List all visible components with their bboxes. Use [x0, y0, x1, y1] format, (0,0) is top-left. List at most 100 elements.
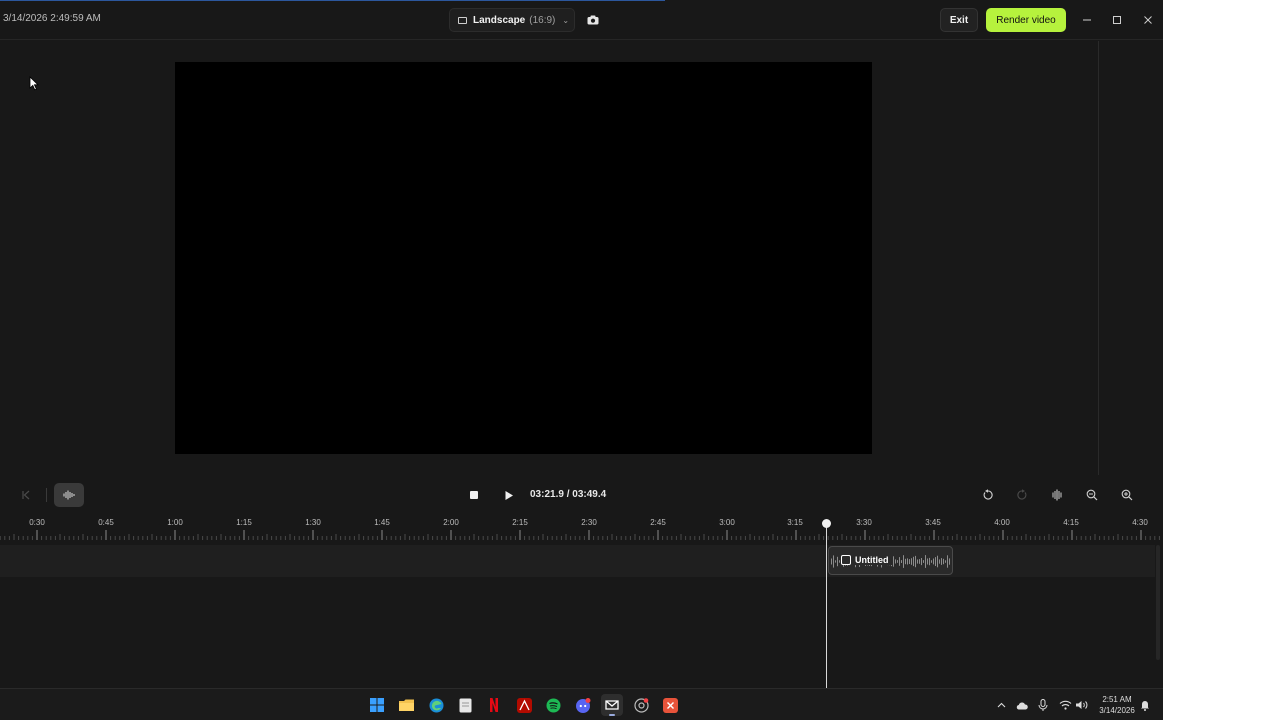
taskbar-capcut[interactable]	[601, 694, 623, 716]
waveform-bar	[911, 558, 912, 565]
start-button[interactable]	[366, 694, 388, 716]
ruler-label: 4:00	[994, 518, 1010, 527]
waveform-bar	[907, 558, 908, 565]
controls-separator	[46, 488, 47, 502]
video-editor-window: 3/14/2026 2:49:59 AM Landscape (16:9) ⌄ …	[0, 0, 1163, 688]
audio-waveform-toggle[interactable]	[54, 483, 84, 507]
taskbar-file-explorer[interactable]	[395, 694, 417, 716]
split-clip-button[interactable]	[1048, 486, 1066, 504]
waveform-bar	[835, 560, 836, 563]
acrobat-icon	[516, 697, 532, 713]
windows-taskbar: 2:51 AM 3/14/2026	[0, 688, 1163, 720]
waveform-bar	[903, 555, 904, 568]
zoom-out-icon	[1086, 489, 1098, 501]
ruler-label: 3:30	[856, 518, 872, 527]
ruler-label: 4:15	[1063, 518, 1079, 527]
tray-microphone[interactable]	[1035, 697, 1051, 713]
timeline-scrollbar[interactable]	[1156, 545, 1160, 660]
ruler-label: 0:30	[29, 518, 45, 527]
waveform-bar	[935, 557, 936, 566]
audio-track[interactable]	[0, 545, 1155, 577]
taskbar-acrobat[interactable]	[513, 694, 535, 716]
render-video-button[interactable]: Render video	[986, 8, 1066, 32]
ruler-label: 1:00	[167, 518, 183, 527]
wifi-icon	[1059, 700, 1071, 710]
recording-datetime: 3/14/2026 2:49:59 AM	[3, 13, 101, 24]
time-readout: 03:21.9 / 03:49.4	[530, 489, 607, 500]
waveform-bar	[915, 555, 916, 568]
waveform-bar	[921, 558, 922, 566]
panel-divider	[1098, 41, 1099, 475]
minimize-button[interactable]	[1077, 10, 1097, 30]
tray-volume[interactable]	[1073, 697, 1089, 713]
zoom-in-icon	[1121, 489, 1133, 501]
skip-to-start-button[interactable]	[17, 486, 35, 504]
waveform-bar	[909, 559, 910, 564]
audio-clip[interactable]: Untitled	[828, 546, 953, 575]
taskbar-edge[interactable]	[425, 694, 447, 716]
monitor-icon	[458, 16, 467, 24]
spotify-icon	[546, 698, 560, 712]
taskbar-chrome[interactable]	[630, 694, 652, 716]
title-bar: 3/14/2026 2:49:59 AM Landscape (16:9) ⌄ …	[0, 0, 1163, 40]
netflix-icon	[490, 698, 498, 712]
waveform-bar	[837, 556, 838, 567]
waveform-bar	[913, 556, 914, 567]
ruler-label: 2:00	[443, 518, 459, 527]
clock-date: 3/14/2026	[1099, 706, 1135, 715]
close-icon	[1144, 16, 1152, 24]
discord-icon	[576, 697, 591, 713]
tray-wifi[interactable]	[1057, 697, 1073, 713]
undo-icon	[983, 489, 993, 500]
taskbar-clock[interactable]: 2:51 AM 3/14/2026	[1092, 694, 1142, 716]
waveform-bar	[931, 560, 932, 563]
taskbar-notepad[interactable]	[454, 694, 476, 716]
file-explorer-icon	[398, 699, 414, 711]
camera-icon	[587, 15, 599, 25]
waveform-bar	[899, 557, 900, 566]
ruler-label: 2:15	[512, 518, 528, 527]
video-preview-canvas[interactable]	[175, 62, 872, 454]
waveform-bar	[937, 555, 938, 568]
aspect-ratio-value: (16:9)	[529, 14, 556, 26]
play-button[interactable]	[500, 486, 518, 504]
playhead-line	[826, 522, 827, 688]
tray-overflow-button[interactable]	[993, 697, 1009, 713]
maximize-button[interactable]	[1107, 10, 1127, 30]
tray-onedrive[interactable]	[1014, 697, 1030, 713]
exit-button[interactable]: Exit	[940, 8, 978, 32]
playhead-handle[interactable]	[822, 519, 831, 528]
recorder-icon	[662, 697, 678, 713]
close-button[interactable]	[1138, 10, 1158, 30]
ruler-label: 0:45	[98, 518, 114, 527]
taskbar-netflix[interactable]	[483, 694, 505, 716]
redo-button[interactable]	[1013, 486, 1031, 504]
taskbar-spotify[interactable]	[542, 694, 564, 716]
waveform-bar	[927, 558, 928, 565]
waveform-bar	[839, 560, 840, 563]
aspect-ratio-dropdown[interactable]: Landscape (16:9) ⌄	[449, 8, 575, 32]
start-icon	[370, 698, 384, 712]
redo-icon	[1017, 489, 1027, 500]
split-icon	[1052, 489, 1062, 501]
zoom-out-button[interactable]	[1083, 486, 1101, 504]
taskbar-discord[interactable]	[572, 694, 594, 716]
zoom-in-button[interactable]	[1118, 486, 1136, 504]
waveform-bar	[919, 559, 920, 564]
microphone-icon	[1038, 699, 1048, 711]
waveform-bar	[923, 560, 924, 563]
ruler-label: 1:45	[374, 518, 390, 527]
ruler-label: 2:45	[650, 518, 666, 527]
ruler-label: 4:30	[1132, 518, 1148, 527]
ruler-label: 3:00	[719, 518, 735, 527]
undo-button[interactable]	[979, 486, 997, 504]
skip-start-icon	[22, 490, 30, 500]
notifications-button[interactable]	[1137, 697, 1153, 713]
taskbar-recorder[interactable]	[659, 694, 681, 716]
waveform-bar	[949, 558, 950, 565]
timeline-ruler[interactable]: 0:30 0:45 1:00 1:15 1:30 1:45 2:00 2:15 …	[0, 515, 1163, 543]
playback-controls: 03:21.9 / 03:49.4	[0, 475, 1163, 515]
stop-button[interactable]	[465, 486, 483, 504]
chevron-down-icon: ⌄	[562, 15, 570, 25]
screenshot-button[interactable]	[584, 10, 602, 30]
